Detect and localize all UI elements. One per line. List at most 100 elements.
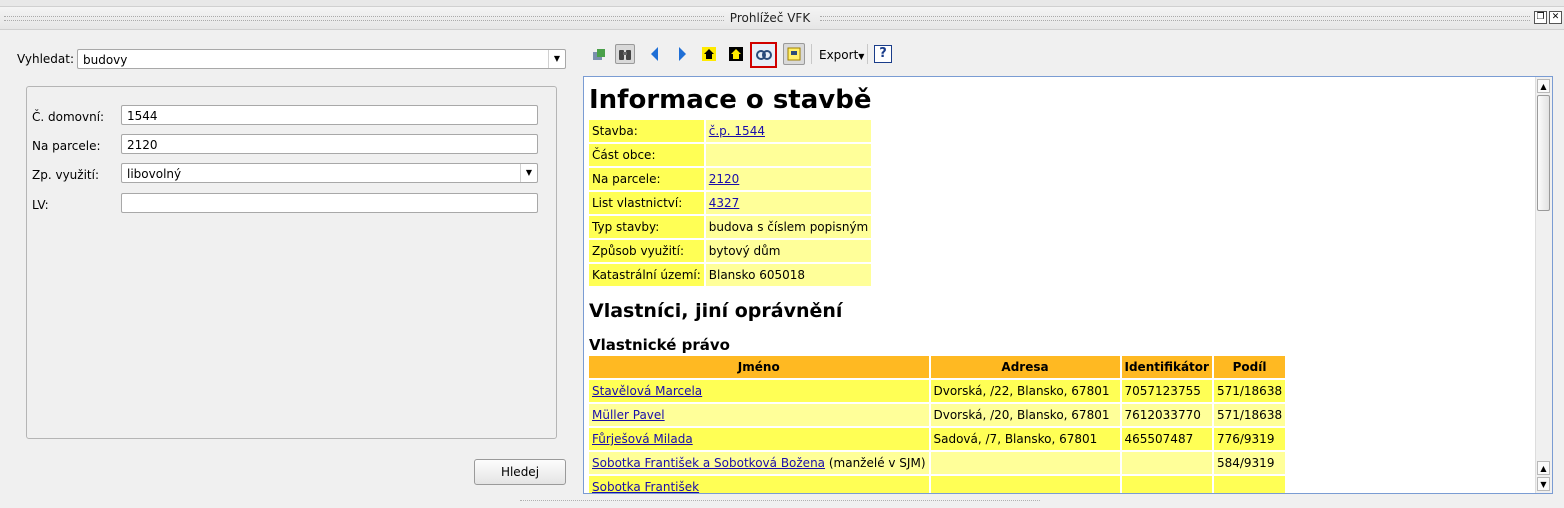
owner-share-cell: 571/18638	[1213, 380, 1286, 402]
info-key: Na parcele:	[589, 168, 704, 190]
toolbar-separator	[867, 44, 868, 64]
owner-share-cell	[1213, 476, 1286, 493]
owner-name-link[interactable]: Sobotka František	[592, 480, 699, 493]
scroll-down-icon[interactable]: ▼	[1537, 477, 1550, 491]
house-number-input[interactable]: 1544	[121, 105, 538, 125]
parcel-label: Na parcele:	[32, 139, 101, 153]
owners-column-header: Identifikátor	[1121, 356, 1212, 378]
scrollbar-thumb[interactable]	[1537, 95, 1550, 211]
back-icon[interactable]	[645, 44, 665, 64]
info-key: Část obce:	[589, 144, 704, 166]
owner-id-cell	[1121, 452, 1212, 474]
parcel-input[interactable]: 2120	[121, 134, 538, 154]
house-number-label: Č. domovní:	[32, 110, 105, 124]
bottom-splitter[interactable]	[520, 500, 1040, 501]
search-type-label: Vyhledat:	[17, 52, 75, 66]
owner-address-cell	[930, 452, 1120, 474]
owners-column-header: Jméno	[589, 356, 929, 378]
owner-id-cell: 7057123755	[1121, 380, 1212, 402]
forward-icon[interactable]	[672, 44, 692, 64]
owner-share-cell: 776/9319	[1213, 428, 1286, 450]
search-button[interactable]: Hledej	[474, 459, 566, 485]
dropdown-arrow-icon: ▼	[858, 52, 865, 61]
owner-note: (manželé v SJM)	[825, 456, 926, 470]
info-row: Typ stavby: budova s číslem popisným	[589, 216, 872, 238]
info-content: Informace o stavbě Stavba: č.p. 1544 Část …	[587, 85, 1287, 493]
owner-id-cell: 465507487	[1121, 428, 1212, 450]
owner-row: Sobotka František	[589, 476, 1286, 493]
info-row: Způsob využití: bytový dům	[589, 240, 872, 262]
info-row: Katastrální území: Blansko 605018	[589, 264, 872, 286]
owner-share-cell: 571/18638	[1213, 404, 1286, 426]
owner-name-cell: Fůrješová Milada	[589, 428, 929, 450]
info-key: Typ stavby:	[589, 216, 704, 238]
float-panel-icon[interactable]: ❐	[1534, 11, 1547, 24]
ownership-heading: Vlastnické právo	[589, 336, 730, 354]
info-key: Katastrální území:	[589, 264, 704, 286]
owner-name-cell: Sobotka František a Sobotková Božena (ma…	[589, 452, 929, 474]
usage-label: Zp. využití:	[32, 168, 99, 182]
info-value-cell: 4327	[705, 192, 872, 214]
scroll-up-icon[interactable]: ▲	[1537, 461, 1550, 475]
top-strip	[0, 0, 1564, 7]
chevron-down-icon: ▼	[548, 50, 565, 68]
owner-name-link[interactable]: Sobotka František a Sobotková Božena	[592, 456, 825, 470]
chevron-down-icon: ▼	[520, 164, 537, 182]
info-value-cell: Blansko 605018	[705, 264, 872, 286]
close-icon[interactable]: ✕	[1549, 11, 1562, 24]
usage-select[interactable]: libovolný ▼	[121, 163, 538, 183]
owner-address-cell	[930, 476, 1120, 493]
owner-share-cell: 584/9319	[1213, 452, 1286, 474]
info-value-cell: budova s číslem popisným	[705, 216, 872, 238]
info-value-cell: č.p. 1544	[705, 120, 872, 142]
info-value-link[interactable]: 4327	[709, 196, 740, 210]
owner-address-cell: Dvorská, /20, Blansko, 67801	[930, 404, 1120, 426]
info-title: Informace o stavbě	[589, 85, 872, 115]
notes-icon[interactable]	[783, 43, 805, 65]
lv-label: LV:	[32, 198, 49, 212]
info-browser[interactable]: Informace o stavbě Stavba: č.p. 1544 Část …	[583, 76, 1553, 494]
help-icon[interactable]: ?	[874, 45, 892, 63]
info-key: Stavba:	[589, 120, 704, 142]
owner-id-cell: 7612033770	[1121, 404, 1212, 426]
owner-name-cell: Sobotka František	[589, 476, 929, 493]
owners-table: Jméno Adresa Identifikátor Podíl Stavělová …	[587, 354, 1287, 493]
info-value-cell: bytový dům	[705, 240, 872, 262]
owner-row: Fůrješová Milada Sadová, /7, Blansko, 67…	[589, 428, 1286, 450]
link-icon[interactable]	[750, 42, 777, 68]
owner-address-cell: Dvorská, /22, Blansko, 67801	[930, 380, 1120, 402]
owners-heading: Vlastníci, jiní oprávnění	[589, 300, 843, 322]
vertical-scrollbar[interactable]: ▲ ▲ ▼	[1535, 77, 1552, 493]
owner-row: Müller Pavel Dvorská, /20, Blansko, 6780…	[589, 404, 1286, 426]
home-icon[interactable]	[699, 44, 719, 64]
export-menu-button[interactable]: Export▼	[819, 48, 864, 62]
info-row: Část obce:	[589, 144, 872, 166]
titlebar-grip-right	[820, 16, 1530, 21]
building-info-table: Stavba: č.p. 1544 Část obce: Na parcele: 212…	[587, 118, 873, 288]
search-type-select[interactable]: budovy ▼	[77, 49, 566, 69]
owner-name-cell: Stavělová Marcela	[589, 380, 929, 402]
owners-column-header: Podíl	[1213, 356, 1286, 378]
export-label: Export	[819, 48, 859, 62]
home-alt-icon[interactable]	[726, 44, 746, 64]
info-value-cell	[705, 144, 872, 166]
binoculars-icon[interactable]	[615, 44, 635, 64]
owner-name-link[interactable]: Müller Pavel	[592, 408, 665, 422]
info-row: Stavba: č.p. 1544	[589, 120, 872, 142]
scroll-up-icon[interactable]: ▲	[1537, 79, 1550, 93]
info-value-link[interactable]: 2120	[709, 172, 740, 186]
info-value-link[interactable]: č.p. 1544	[709, 124, 765, 138]
owner-id-cell	[1121, 476, 1212, 493]
info-value-cell: 2120	[705, 168, 872, 190]
owner-address-cell: Sadová, /7, Blansko, 67801	[930, 428, 1120, 450]
owner-row: Sobotka František a Sobotková Božena (ma…	[589, 452, 1286, 474]
info-row: List vlastnictví: 4327	[589, 192, 872, 214]
export-to-qgis-icon[interactable]	[589, 44, 609, 64]
owner-name-link[interactable]: Stavělová Marcela	[592, 384, 702, 398]
owner-name-link[interactable]: Fůrješová Milada	[592, 432, 693, 446]
info-row: Na parcele: 2120	[589, 168, 872, 190]
info-key: Způsob využití:	[589, 240, 704, 262]
info-key: List vlastnictví:	[589, 192, 704, 214]
owner-row: Stavělová Marcela Dvorská, /22, Blansko,…	[589, 380, 1286, 402]
lv-input[interactable]	[121, 193, 538, 213]
